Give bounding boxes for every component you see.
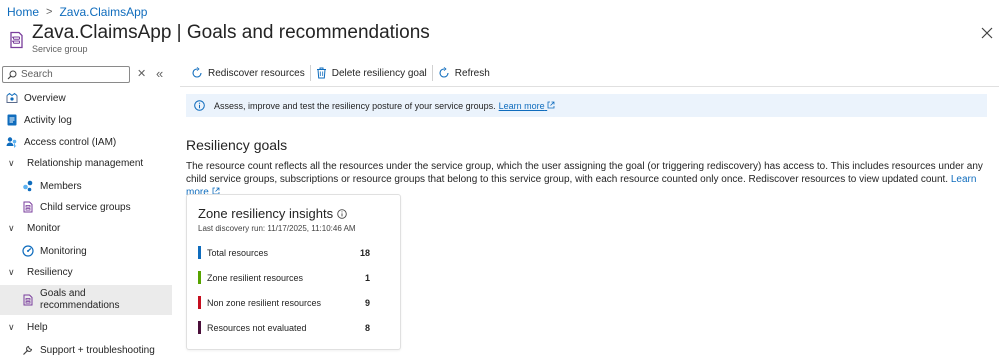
last-discovery-run: Last discovery run: 11/17/2025, 11:10:46… — [198, 224, 356, 233]
info-banner: Assess, improve and test the resiliency … — [186, 94, 987, 117]
card-title: Zone resiliency insights — [198, 206, 347, 221]
chevron-down-icon: ∨ — [8, 157, 15, 168]
sidebar-item-overview[interactable]: Overview — [0, 88, 172, 108]
rediscover-resources-button[interactable]: Rediscover resources — [186, 63, 310, 83]
support-icon — [22, 344, 34, 356]
sidebar-group-relationship-management[interactable]: ∨ Relationship management — [0, 153, 172, 173]
members-icon — [22, 180, 34, 192]
external-link-icon — [547, 101, 555, 108]
sidebar-item-members[interactable]: Members — [0, 176, 172, 196]
iam-icon — [6, 136, 18, 148]
chevron-down-icon: ∨ — [8, 222, 15, 233]
sidebar-group-help[interactable]: ∨ Help — [0, 317, 172, 337]
breadcrumb: Home > Zava.ClaimsApp — [7, 4, 147, 20]
service-group-title-icon — [10, 31, 23, 49]
metric-color-bar — [198, 321, 201, 334]
breadcrumb-home-link[interactable]: Home — [7, 5, 39, 19]
more-options-icon[interactable]: ··· — [384, 28, 400, 43]
sidebar-item-activity-log[interactable]: Activity log — [0, 110, 172, 130]
delete-resiliency-goal-button[interactable]: Delete resiliency goal — [311, 63, 432, 83]
command-bar: Rediscover resources Delete resiliency g… — [186, 63, 495, 83]
close-icon[interactable] — [980, 26, 994, 40]
sidebar-group-resiliency[interactable]: ∨ Resiliency — [0, 262, 172, 282]
info-icon[interactable] — [337, 208, 347, 219]
metric-non-zone-resilient-resources: Non zone resilient resources 9 — [198, 295, 370, 310]
metric-color-bar — [198, 296, 201, 309]
metric-zone-resilient-resources: Zone resilient resources 1 — [198, 270, 370, 285]
activity-log-icon — [6, 114, 18, 126]
search-input[interactable] — [21, 69, 121, 80]
overview-icon — [6, 92, 18, 104]
breadcrumb-chevron-icon: > — [46, 6, 53, 18]
sidebar-item-access-control[interactable]: Access control (IAM) — [0, 132, 172, 152]
metric-color-bar — [198, 271, 201, 284]
page-subtitle: Service group — [32, 44, 88, 54]
section-title: Resiliency goals — [186, 137, 288, 153]
zone-resiliency-insights-card: Zone resiliency insights Last discovery … — [186, 194, 401, 350]
service-group-icon — [22, 201, 34, 213]
sidebar-item-monitoring[interactable]: Monitoring — [0, 241, 172, 261]
metric-resources-not-evaluated: Resources not evaluated 8 — [198, 320, 370, 335]
sidebar-group-monitor[interactable]: ∨ Monitor — [0, 218, 172, 238]
search-icon — [7, 70, 17, 79]
info-learn-more-link[interactable]: Learn more — [499, 101, 556, 111]
sidebar-item-goals-and-recommendations[interactable]: Goals and recommendations — [0, 285, 172, 315]
chevron-down-icon: ∨ — [8, 321, 15, 332]
breadcrumb-current-link[interactable]: Zava.ClaimsApp — [59, 5, 147, 19]
search-box[interactable] — [2, 66, 130, 83]
sidebar-item-support-troubleshooting[interactable]: Support + troubleshooting — [0, 340, 172, 360]
chevron-down-icon: ∨ — [8, 266, 15, 277]
toolbar-divider-line — [180, 86, 999, 87]
monitoring-icon — [22, 245, 34, 257]
clear-search-icon[interactable]: ✕ — [137, 67, 146, 80]
metric-color-bar — [198, 246, 201, 259]
info-text: Assess, improve and test the resiliency … — [214, 100, 496, 111]
metric-total-resources: Total resources 18 — [198, 245, 370, 260]
trash-icon — [316, 67, 326, 79]
collapse-sidebar-icon[interactable]: « — [156, 66, 163, 81]
sidebar-item-child-service-groups[interactable]: Child service groups — [0, 197, 172, 217]
page-title: Zava.ClaimsApp | Goals and recommendatio… — [32, 22, 430, 43]
refresh-icon — [439, 67, 449, 78]
info-icon — [194, 100, 205, 111]
goals-icon — [22, 294, 34, 306]
refresh-button[interactable]: Refresh — [433, 63, 495, 83]
rediscover-icon — [192, 67, 202, 78]
